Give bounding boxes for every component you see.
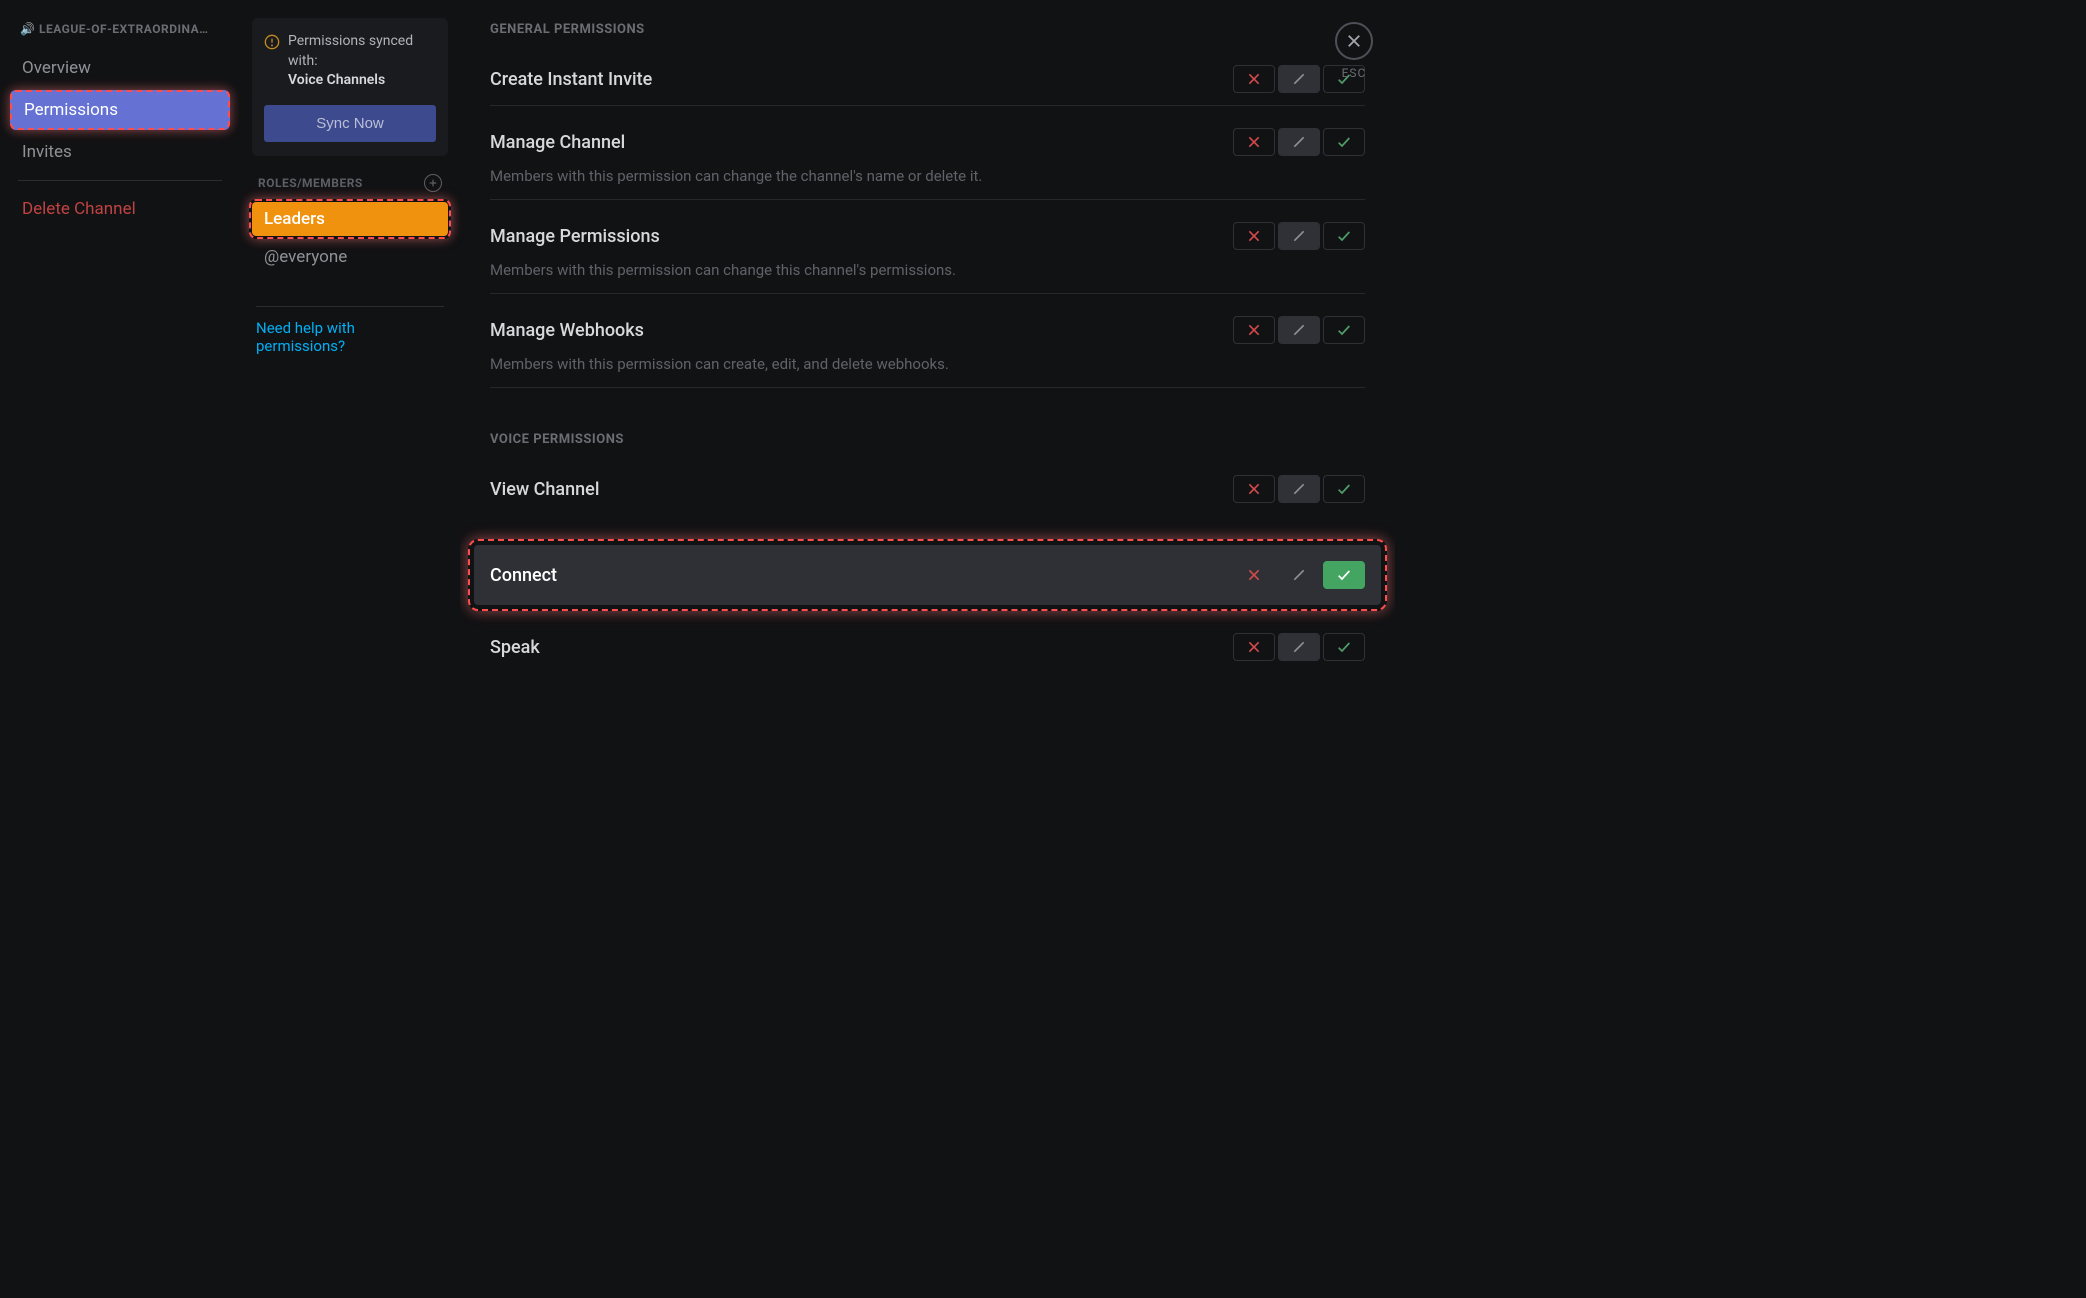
help-divider	[256, 306, 444, 307]
perm-manage-permissions-desc: Members with this permission can change …	[490, 260, 1365, 281]
toggle-neutral[interactable]	[1278, 475, 1320, 503]
voice-permissions-title: VOICE PERMISSIONS	[490, 432, 1365, 447]
toggle-allow[interactable]	[1323, 561, 1365, 589]
toggle-neutral[interactable]	[1278, 65, 1320, 93]
roles-column: Permissions synced with: Voice Channels …	[240, 0, 460, 868]
toggle-speak	[1233, 633, 1365, 661]
perm-speak: Speak	[490, 623, 1365, 673]
toggle-neutral[interactable]	[1278, 222, 1320, 250]
role-leaders[interactable]: Leaders	[252, 202, 448, 236]
voice-channel-icon: 🔊	[20, 22, 35, 36]
perm-view-channel-title: View Channel	[490, 479, 599, 500]
toggle-deny[interactable]	[1233, 65, 1275, 93]
general-permissions-title: GENERAL PERMISSIONS	[490, 22, 1365, 37]
toggle-deny[interactable]	[1233, 128, 1275, 156]
perm-manage-permissions: Manage Permissions Members with this per…	[490, 212, 1365, 294]
toggle-allow[interactable]	[1323, 633, 1365, 661]
toggle-view-channel	[1233, 475, 1365, 503]
perm-manage-channel-title: Manage Channel	[490, 132, 625, 153]
channel-header: 🔊 LEAGUE-OF-EXTRAORDINA…	[10, 22, 230, 36]
close-button[interactable]	[1335, 22, 1373, 60]
sidebar-divider	[18, 180, 222, 181]
perm-manage-permissions-title: Manage Permissions	[490, 226, 660, 247]
perm-connect-title: Connect	[490, 565, 557, 586]
settings-sidebar: 🔊 LEAGUE-OF-EXTRAORDINA… Overview Permis…	[0, 0, 240, 868]
sync-line1: Permissions synced with:	[288, 33, 413, 69]
warning-icon	[264, 34, 280, 91]
toggle-manage-channel	[1233, 128, 1365, 156]
toggle-neutral[interactable]	[1278, 633, 1320, 661]
perm-connect: Connect	[474, 545, 1381, 605]
perm-create-invite: Create Instant Invite	[490, 55, 1365, 106]
toggle-neutral[interactable]	[1278, 316, 1320, 344]
roles-header: ROLES/MEMBERS	[252, 174, 448, 192]
toggle-deny[interactable]	[1233, 475, 1275, 503]
sync-card: Permissions synced with: Voice Channels …	[252, 18, 448, 156]
toggle-deny[interactable]	[1233, 633, 1275, 661]
perm-manage-channel-desc: Members with this permission can change …	[490, 166, 1365, 187]
close-label: ESC	[1335, 66, 1373, 80]
toggle-manage-webhooks	[1233, 316, 1365, 344]
nav-delete-channel[interactable]: Delete Channel	[10, 191, 230, 227]
toggle-allow[interactable]	[1323, 128, 1365, 156]
perm-manage-webhooks-desc: Members with this permission can create,…	[490, 354, 1365, 375]
toggle-allow[interactable]	[1323, 316, 1365, 344]
toggle-deny[interactable]	[1233, 316, 1275, 344]
perm-create-invite-title: Create Instant Invite	[490, 69, 652, 90]
close-area: ESC	[1335, 22, 1373, 80]
add-role-button[interactable]	[424, 174, 442, 192]
toggle-deny[interactable]	[1233, 222, 1275, 250]
nav-permissions[interactable]: Permissions	[10, 90, 230, 130]
sync-now-button[interactable]: Sync Now	[264, 105, 436, 142]
role-everyone[interactable]: @everyone	[252, 240, 448, 274]
help-permissions-link[interactable]: Need help with permissions?	[252, 319, 448, 355]
permissions-panel: GENERAL PERMISSIONS Create Instant Invit…	[460, 0, 1395, 868]
nav-overview[interactable]: Overview	[10, 50, 230, 86]
nav-invites[interactable]: Invites	[10, 134, 230, 170]
toggle-neutral[interactable]	[1278, 128, 1320, 156]
sync-text: Permissions synced with: Voice Channels	[288, 32, 436, 91]
toggle-connect	[1233, 561, 1365, 589]
sync-line2: Voice Channels	[288, 71, 436, 91]
perm-manage-channel: Manage Channel Members with this permiss…	[490, 118, 1365, 200]
toggle-allow[interactable]	[1323, 475, 1365, 503]
toggle-manage-permissions	[1233, 222, 1365, 250]
perm-manage-webhooks: Manage Webhooks Members with this permis…	[490, 306, 1365, 388]
toggle-deny[interactable]	[1233, 561, 1275, 589]
perm-manage-webhooks-title: Manage Webhooks	[490, 320, 644, 341]
toggle-neutral[interactable]	[1278, 561, 1320, 589]
toggle-allow[interactable]	[1323, 222, 1365, 250]
roles-title: ROLES/MEMBERS	[258, 176, 363, 190]
channel-name: LEAGUE-OF-EXTRAORDINA…	[39, 22, 209, 36]
perm-speak-title: Speak	[490, 637, 540, 658]
perm-view-channel: View Channel	[490, 465, 1365, 515]
